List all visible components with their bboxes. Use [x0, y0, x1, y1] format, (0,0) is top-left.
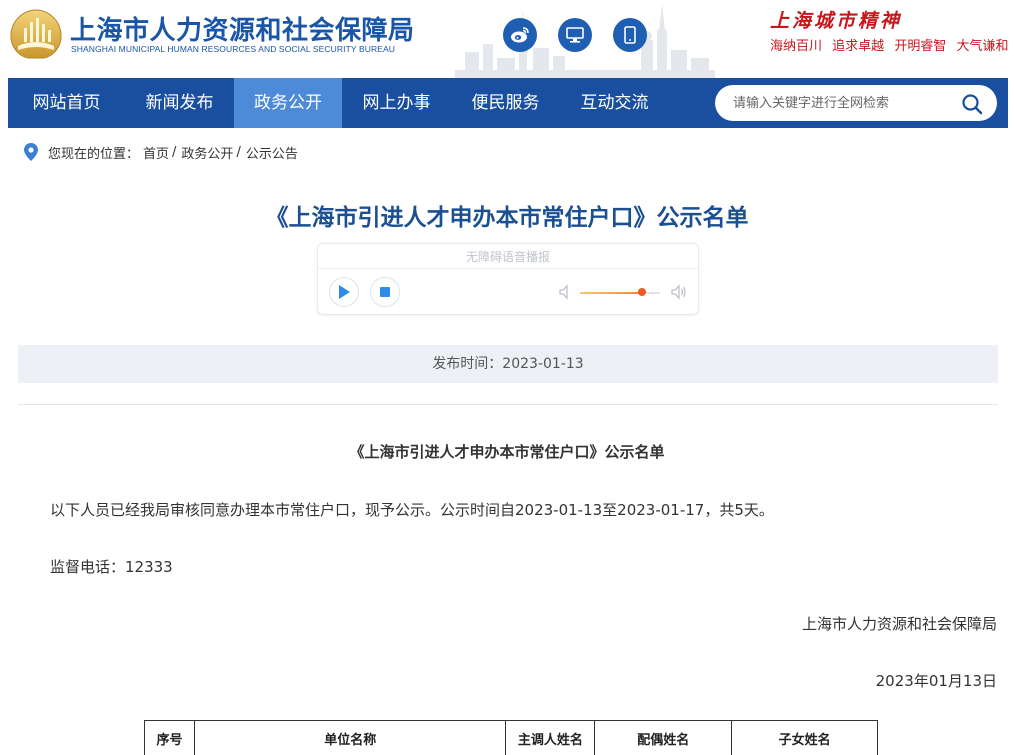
- breadcrumb-separator: /: [172, 144, 177, 160]
- play-button[interactable]: [329, 277, 359, 307]
- site-name-english: SHANGHAI MUNICIPAL HUMAN RESOURCES AND S…: [71, 44, 395, 54]
- breadcrumb-prefix: 您现在的位置：: [48, 146, 140, 162]
- volume-slider[interactable]: [580, 288, 660, 296]
- city-spirit-word: 大气谦和: [956, 39, 1009, 54]
- nav-item-news[interactable]: 新闻发布: [125, 78, 234, 128]
- breadcrumb-link-announcements[interactable]: 公示公告: [246, 143, 298, 162]
- accessibility-audio-player: 无障碍语音播报: [317, 243, 699, 315]
- location-pin-icon: [24, 143, 38, 161]
- volume-slider-handle[interactable]: [638, 288, 647, 296]
- search-input[interactable]: [733, 85, 953, 121]
- page-title: 《上海市引进人才申办本市常住户口》公示名单: [265, 205, 749, 231]
- supervision-hotline: 监督电话：12333: [50, 558, 173, 576]
- mobile-site-button[interactable]: [613, 18, 647, 52]
- breadcrumb: 您现在的位置： 首页 / 政务公开 / 公示公告: [24, 142, 298, 162]
- volume-up-icon[interactable]: [671, 284, 687, 300]
- nav-item-government-affairs[interactable]: 政务公开: [234, 78, 342, 128]
- bureau-logo-icon[interactable]: [8, 8, 64, 60]
- nav-item-convenience-services[interactable]: 便民服务: [451, 78, 560, 128]
- issue-date: 2023年01月13日: [875, 672, 997, 690]
- article-intro-paragraph: 以下人员已经我局审核同意办理本市常住户口，现予公示。公示时间自2023-01-1…: [50, 501, 774, 519]
- volume-down-icon[interactable]: [558, 284, 574, 300]
- search-box: [715, 85, 997, 121]
- content-divider: [18, 404, 998, 405]
- breadcrumb-link-government-affairs[interactable]: 政务公开: [181, 143, 233, 162]
- city-spirit-word: 开明睿智: [894, 39, 947, 54]
- mobile-icon: [624, 26, 636, 44]
- issuer-signature: 上海市人力资源和社会保障局: [801, 615, 997, 633]
- column-header-spouse: 配偶姓名: [594, 720, 733, 755]
- weibo-icon: [511, 27, 529, 43]
- play-icon: [339, 285, 350, 299]
- breadcrumb-separator: /: [236, 144, 241, 160]
- roster-table: 序号 单位名称 主调人姓名 配偶姓名 子女姓名: [144, 720, 878, 755]
- search-icon[interactable]: [961, 93, 983, 115]
- nav-item-online-services[interactable]: 网上办事: [342, 78, 451, 128]
- article-body-heading: 《上海市引进人才申办本市常住户口》公示名单: [349, 443, 665, 461]
- stop-button[interactable]: [370, 277, 400, 307]
- audio-player-label: 无障碍语音播报: [465, 250, 550, 264]
- volume-slider-fill: [580, 292, 643, 294]
- stop-icon: [380, 287, 390, 297]
- nav-item-home[interactable]: 网站首页: [8, 78, 125, 128]
- weibo-button[interactable]: [503, 18, 537, 52]
- player-divider: [318, 268, 698, 269]
- site-header: 上海市人力资源和社会保障局 SHANGHAI MUNICIPAL HUMAN R…: [0, 0, 1014, 78]
- city-spirit-title: 上海城市精神: [770, 10, 903, 32]
- city-spirit-word: 海纳百川: [770, 39, 823, 54]
- site-name[interactable]: 上海市人力资源和社会保障局: [70, 10, 415, 47]
- city-spirit-words: 海纳百川 追求卓越 开明睿智 大气谦和: [770, 35, 1014, 54]
- desktop-site-button[interactable]: [558, 18, 592, 52]
- computer-icon: [566, 27, 584, 43]
- main-nav: 网站首页 新闻发布 政务公开 网上办事 便民服务 互动交流: [8, 78, 1008, 128]
- table-header-row: 序号 单位名称 主调人姓名 配偶姓名 子女姓名: [144, 720, 878, 755]
- city-spirit-word: 追求卓越: [832, 39, 885, 54]
- column-header-index: 序号: [144, 720, 195, 755]
- column-header-organization: 单位名称: [193, 720, 507, 755]
- publish-time: 发布时间：2023-01-13: [18, 345, 998, 383]
- nav-item-interaction[interactable]: 互动交流: [560, 78, 669, 128]
- column-header-children: 子女姓名: [731, 720, 878, 755]
- column-header-applicant: 主调人姓名: [505, 720, 596, 755]
- breadcrumb-link-home[interactable]: 首页: [143, 143, 169, 162]
